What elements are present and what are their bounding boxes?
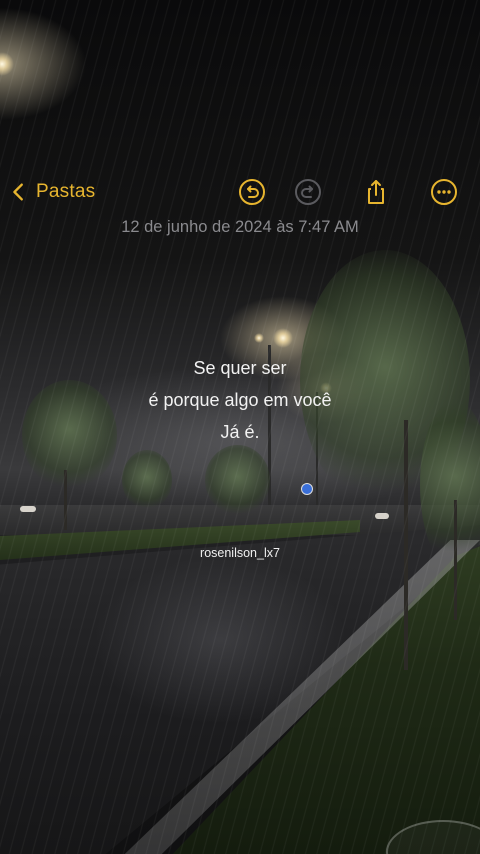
tree-mid — [205, 445, 270, 515]
more-icon — [431, 179, 457, 205]
note-line: é porque algo em você — [148, 390, 332, 410]
note-date: 12 de junho de 2024 às 7:47 AM — [121, 218, 359, 236]
streetlight-glow-far — [254, 333, 264, 343]
navigation-bar: Pastas — [0, 172, 480, 212]
redo-icon — [295, 179, 321, 205]
back-label: Pastas — [36, 181, 96, 202]
streetlight-glow-center — [273, 328, 293, 348]
streetlight-glow-left — [0, 52, 14, 76]
tree-right-trunk — [404, 420, 408, 670]
watermark-username: rosenilson_lx7 — [200, 546, 280, 560]
note-line: Se quer ser — [193, 358, 287, 378]
chevron-left-icon — [13, 183, 23, 201]
car-headlight-far — [20, 506, 36, 512]
tree-left-trunk — [64, 470, 67, 530]
undo-icon — [239, 179, 265, 205]
back-button[interactable]: Pastas — [8, 176, 95, 208]
redo-button[interactable] — [292, 176, 324, 208]
note-line: Já é. — [220, 422, 260, 442]
note-body[interactable]: Se quer ser é porque algo em você Já é. — [0, 352, 480, 448]
more-button[interactable] — [428, 176, 460, 208]
share-icon — [368, 180, 384, 204]
tree-far-right-trunk — [454, 500, 457, 620]
tree-mid-left — [122, 450, 172, 510]
road-sign — [301, 483, 313, 495]
undo-button[interactable] — [236, 176, 268, 208]
share-button[interactable] — [360, 176, 392, 208]
notes-screen: Pastas 12 de junho de 2024 às 7:47 AM Se… — [0, 0, 480, 854]
car-headlight — [375, 513, 389, 519]
